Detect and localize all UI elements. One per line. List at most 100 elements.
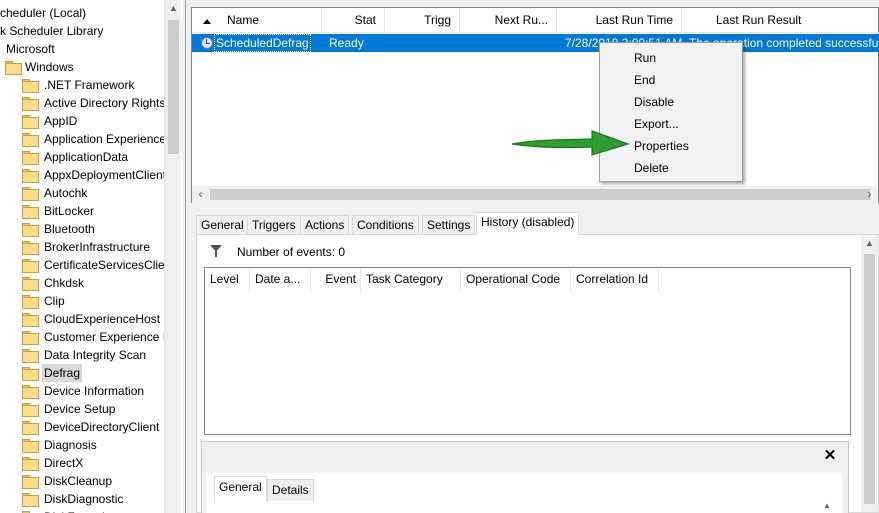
tree-item-folder[interactable]: DiskFootprint — [0, 508, 164, 513]
tree-item-folder[interactable]: Chkdsk — [0, 274, 164, 292]
tree-item-folder[interactable]: DirectX — [0, 454, 164, 472]
tree-list: cheduler (Local) k Scheduler Library Mic… — [0, 4, 164, 513]
scroll-left-arrow-icon[interactable]: ‹ — [192, 187, 209, 201]
tree-item-folder[interactable]: ApplicationData — [0, 148, 164, 166]
column-header-date[interactable]: Date a... — [250, 268, 311, 291]
tree-item-label: Data Integrity Scan — [44, 348, 147, 362]
scrollbar-thumb[interactable] — [210, 189, 870, 200]
column-header-operational-code[interactable]: Operational Code — [461, 268, 571, 291]
tree-item-folder[interactable]: Active Directory Rights — [0, 94, 164, 112]
tree-item-folder[interactable]: Device Setup — [0, 400, 164, 418]
tree-item-folder[interactable]: Diagnosis — [0, 436, 164, 454]
task-list: Name Stat Trigg Next Ru... Last Run Time… — [191, 7, 879, 203]
tree-scrollbar[interactable]: ▲ — [164, 0, 181, 513]
folder-icon — [22, 97, 39, 111]
column-header-next-run[interactable]: Next Ru... — [460, 8, 557, 33]
tree-item-label: AppID — [44, 114, 78, 128]
tree-item-folder[interactable]: Autochk — [0, 184, 164, 202]
tree-item-folder[interactable]: Data Integrity Scan — [0, 346, 164, 364]
column-header-status[interactable]: Stat — [322, 8, 385, 33]
folder-icon — [22, 259, 39, 273]
folder-icon — [22, 277, 39, 291]
task-list-horizontal-scrollbar[interactable]: ‹ › — [192, 186, 878, 203]
pane-splitter[interactable] — [182, 0, 190, 513]
tree-item-folder[interactable]: AppID — [0, 112, 164, 130]
tree-item-label: BrokerInfrastructure — [44, 240, 151, 254]
task-clock-icon — [201, 37, 213, 49]
tree-item-folder[interactable]: Bluetooth — [0, 220, 164, 238]
tree-item-folder[interactable]: DiskCleanup — [0, 472, 164, 490]
column-header-last-run-time[interactable]: Last Run Time — [557, 8, 682, 33]
folder-icon — [22, 475, 39, 489]
tab-event-details[interactable]: Details — [267, 479, 314, 501]
scrollbar-thumb[interactable] — [168, 20, 179, 154]
close-icon[interactable]: ✕ — [822, 446, 838, 464]
tree-item-folder[interactable]: .NET Framework — [0, 76, 164, 94]
column-header-event[interactable]: Event — [311, 268, 361, 291]
column-header-triggers[interactable]: Trigg — [385, 8, 460, 33]
events-list[interactable]: Level Date a... Event Task Category Oper… — [204, 267, 851, 435]
menu-item-disable[interactable]: Disable — [600, 91, 742, 113]
tree-item-microsoft[interactable]: Microsoft — [0, 40, 164, 58]
scroll-right-arrow-icon[interactable]: › — [861, 187, 878, 201]
column-header-task-category[interactable]: Task Category — [361, 268, 461, 291]
scrollbar-thumb[interactable] — [864, 254, 875, 504]
tab-history[interactable]: History (disabled) — [476, 212, 580, 236]
tree-item-windows[interactable]: Windows — [0, 58, 164, 76]
tab-conditions[interactable]: Conditions — [352, 215, 419, 236]
column-header-name[interactable]: Name — [192, 8, 322, 33]
tree-item-folder[interactable]: CloudExperienceHost — [0, 310, 164, 328]
tab-general[interactable]: General — [196, 215, 249, 236]
scroll-up-arrow-icon[interactable]: ▲ — [165, 3, 182, 13]
tree-item-task-scheduler-library[interactable]: k Scheduler Library — [0, 22, 164, 40]
tree-item-folder[interactable]: AppxDeploymentClient — [0, 166, 164, 184]
folder-icon — [22, 349, 39, 363]
tab-triggers[interactable]: Triggers — [247, 215, 301, 236]
menu-item-run[interactable]: Run — [600, 47, 742, 69]
folder-icon — [22, 151, 39, 165]
tree-item-folder[interactable]: Clip — [0, 292, 164, 310]
folder-icon — [22, 313, 39, 327]
tree-item-label: Windows — [25, 60, 74, 74]
tree-item-folder[interactable]: Application Experience — [0, 130, 164, 148]
task-row[interactable]: ScheduledDefrag Ready 7/28/2018 3:00:51 … — [192, 34, 879, 52]
tab-settings[interactable]: Settings — [422, 215, 476, 236]
menu-item-end[interactable]: End — [600, 69, 742, 91]
sort-ascending-icon — [203, 19, 211, 24]
tree-item-task-scheduler-local[interactable]: cheduler (Local) — [0, 4, 164, 22]
history-scrollbar[interactable]: ▲ — [861, 235, 878, 512]
folder-icon — [22, 133, 39, 147]
tree-children: .NET Framework Active Directory Rights App… — [0, 76, 164, 513]
tree-item-label: Defrag — [42, 364, 83, 382]
tree-item-folder[interactable]: Customer Experience In — [0, 328, 164, 346]
tree-item-folder[interactable]: Device Information — [0, 382, 164, 400]
tree-item-folder[interactable]: BrokerInfrastructure — [0, 238, 164, 256]
filter-icon[interactable] — [210, 245, 222, 257]
tree-item-label: .NET Framework — [44, 78, 135, 92]
tree-item-label: ApplicationData — [44, 150, 129, 164]
tree-item-label: DiskCleanup — [44, 474, 113, 488]
tree-item-label: k Scheduler Library — [0, 24, 104, 38]
task-detail-panel: General Triggers Actions Conditions Sett… — [191, 207, 879, 513]
folder-icon — [22, 79, 39, 93]
folder-icon — [22, 241, 39, 255]
tab-event-general[interactable]: General — [214, 476, 267, 502]
tree-item-folder[interactable]: CertificateServicesClient — [0, 256, 164, 274]
column-header-last-run-result[interactable]: Last Run Result — [682, 8, 879, 33]
folder-icon — [22, 115, 39, 129]
tab-actions[interactable]: Actions — [300, 215, 350, 236]
tree-item-label: AppxDeploymentClient — [44, 168, 164, 182]
scroll-up-arrow-icon[interactable]: ▲ — [861, 238, 878, 248]
tree-item-folder[interactable]: BitLocker — [0, 202, 164, 220]
green-arrow-icon — [511, 130, 630, 156]
tree-item-folder[interactable]: Defrag — [0, 364, 164, 382]
scroll-up-arrow-icon[interactable]: ▲ — [823, 501, 831, 510]
tree-item-folder[interactable]: DeviceDirectoryClient — [0, 418, 164, 436]
tree-item-folder[interactable]: DiskDiagnostic — [0, 490, 164, 508]
events-count: Number of events: 0 — [237, 245, 346, 259]
column-header-correlation-id[interactable]: Correlation Id — [571, 268, 659, 291]
column-header-level[interactable]: Level — [205, 268, 250, 291]
folder-icon — [22, 403, 39, 417]
folder-icon — [22, 385, 39, 399]
tree-item-label: Active Directory Rights — [44, 96, 164, 110]
